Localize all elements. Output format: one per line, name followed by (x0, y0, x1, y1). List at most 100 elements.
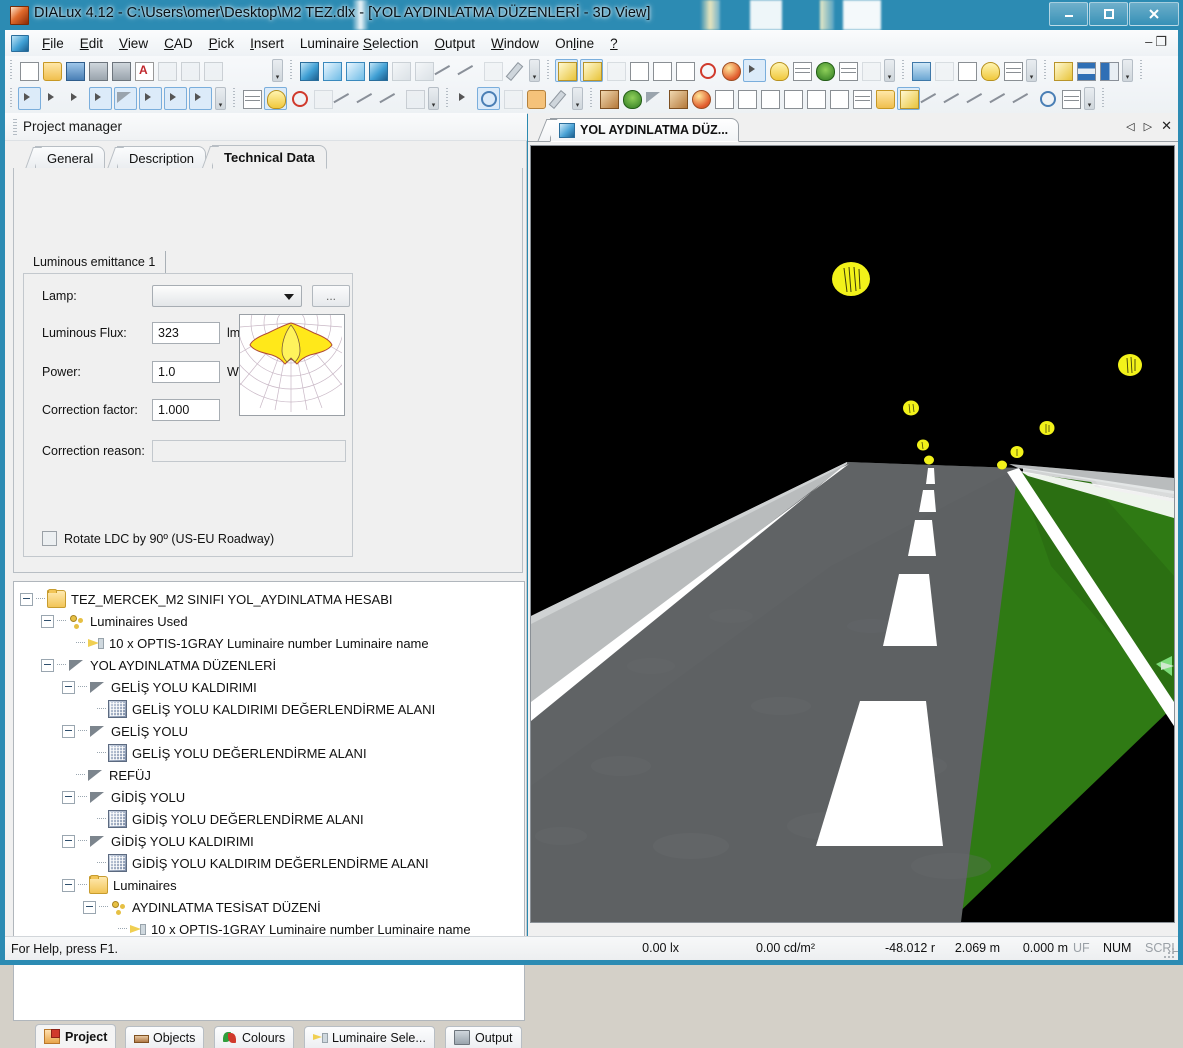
tab-project[interactable]: Project (35, 1024, 117, 1048)
tree-expander-icon[interactable] (20, 592, 33, 606)
toolbar-overflow-button[interactable]: ▾ (215, 86, 226, 110)
building-icon[interactable] (667, 88, 688, 109)
tab-general[interactable]: General (24, 146, 106, 169)
tree-item[interactable]: GELİŞ YOLU DEĞERLENDİRME ALANI (20, 742, 524, 764)
toolbar-drag-grip[interactable] (1043, 60, 1048, 80)
render-select-icon[interactable] (580, 58, 603, 82)
print-preview-icon[interactable] (110, 60, 131, 81)
tab-colours[interactable]: Colours (214, 1026, 295, 1048)
tree-item[interactable]: GİDİŞ YOLU (20, 786, 524, 808)
light-pointer-icon[interactable] (768, 60, 789, 81)
line-icon[interactable] (966, 88, 991, 118)
menu-luminaire-selection[interactable]: Luminaire Selection (292, 33, 427, 54)
globe-icon[interactable] (720, 60, 741, 81)
mdi-window-controls[interactable]: –❐ (1145, 34, 1170, 50)
texture-icon[interactable] (690, 88, 711, 109)
page-setup-icon[interactable] (628, 60, 649, 81)
redo-icon[interactable] (248, 60, 269, 81)
select-plain-icon[interactable] (66, 88, 87, 109)
hand-icon[interactable] (525, 88, 546, 109)
tree-item[interactable]: TEZ_MERCEK_M2 SINIFI YOL_AYDINLATMA HESA… (20, 588, 524, 610)
target-icon[interactable] (697, 60, 718, 81)
mdi-restore-icon[interactable]: ❐ (1155, 34, 1170, 49)
correction-factor-input[interactable]: 1.000 (152, 399, 220, 421)
save-disk-icon[interactable] (64, 60, 85, 81)
menu-online[interactable]: Online (547, 33, 602, 54)
curve-icon[interactable] (333, 88, 358, 118)
menu-help[interactable]: ? (602, 33, 626, 54)
hierarchy-icon[interactable] (920, 88, 945, 118)
tab-description[interactable]: Description (106, 146, 207, 169)
book-icon[interactable] (605, 60, 626, 81)
tree-expander-icon[interactable] (41, 614, 54, 628)
page-f-icon[interactable] (828, 88, 849, 109)
view-solid-icon[interactable] (367, 60, 388, 81)
page-a-icon[interactable] (713, 88, 734, 109)
undo-icon[interactable] (225, 60, 246, 81)
paste-icon[interactable] (202, 60, 223, 81)
lamp-browse-button[interactable]: ... (312, 285, 350, 307)
zoom-region-icon[interactable] (413, 60, 434, 81)
tree-item[interactable]: GİDİŞ YOLU KALDIRIM DEĞERLENDİRME ALANI (20, 852, 524, 874)
rotate-ldc-checkbox-row[interactable]: Rotate LDC by 90º (US-EU Roadway) (42, 531, 274, 546)
circle-icon[interactable] (1037, 88, 1058, 109)
toolbar-drag-grip[interactable] (589, 88, 594, 108)
tab-output[interactable]: Output (445, 1026, 522, 1048)
resize-grip[interactable] (1163, 947, 1175, 959)
arrow-icon[interactable] (454, 88, 475, 109)
menu-output[interactable]: Output (426, 33, 483, 54)
tree-expander-icon[interactable] (62, 834, 75, 848)
menu-window[interactable]: Window (483, 33, 547, 54)
tree-item[interactable]: Luminaires (20, 874, 524, 896)
toolbar-drag-grip[interactable] (901, 60, 906, 80)
toolbar-drag-grip[interactable] (445, 88, 450, 108)
tree-item[interactable]: GİDİŞ YOLU KALDIRIMI (20, 830, 524, 852)
plant-icon[interactable] (621, 88, 642, 109)
chain-icon[interactable] (482, 60, 503, 81)
view-shaded-icon[interactable] (390, 60, 411, 81)
tab-objects[interactable]: Objects (125, 1026, 205, 1048)
mdi-prev-icon[interactable]: ◁ (1126, 120, 1134, 133)
effects-icon[interactable] (1052, 60, 1073, 81)
link2-icon[interactable] (943, 88, 968, 118)
toolbar-drag-grip[interactable] (1101, 88, 1106, 108)
roadway-profile-icon[interactable] (289, 88, 310, 109)
rotate-ldc-checkbox[interactable] (42, 531, 57, 546)
tab-luminaire-selection[interactable]: Luminaire Sele... (304, 1026, 435, 1048)
tab-technical-data[interactable]: Technical Data (201, 145, 327, 169)
tree-item[interactable]: Luminaires Used (20, 610, 524, 632)
extrude-icon[interactable] (598, 88, 619, 109)
select-rect-icon[interactable] (139, 86, 162, 110)
view-3d-icon[interactable] (298, 60, 319, 81)
page-d-icon[interactable] (782, 88, 803, 109)
spline2-icon[interactable] (1012, 88, 1037, 118)
grid-area-icon[interactable] (837, 60, 858, 81)
lamp-select[interactable] (152, 285, 302, 307)
notes-icon[interactable] (851, 88, 872, 109)
select-pointer-icon[interactable] (18, 86, 41, 110)
view-side-icon[interactable] (321, 60, 342, 81)
tree-expander-icon[interactable] (62, 878, 75, 892)
export-arrow-icon[interactable] (743, 58, 766, 82)
spline-icon[interactable] (356, 88, 381, 118)
roadway-icon[interactable] (264, 86, 287, 110)
toolbar-overflow-button[interactable]: ▾ (272, 58, 283, 82)
grid-street-icon[interactable] (814, 60, 835, 81)
road-wedge-icon[interactable] (644, 88, 665, 109)
copy-icon[interactable] (179, 60, 200, 81)
calculator-icon[interactable] (910, 60, 931, 81)
document-icon[interactable] (956, 60, 977, 81)
tile-horizontal-icon[interactable] (1075, 60, 1096, 81)
mdi-next-icon[interactable]: ▷ (1144, 120, 1152, 133)
single-page-icon[interactable] (674, 60, 695, 81)
export-pdf-icon[interactable] (133, 60, 154, 81)
toolbar-drag-grip[interactable] (289, 60, 294, 80)
dxf-icon[interactable] (860, 60, 881, 81)
menu-edit[interactable]: Edit (72, 33, 111, 54)
table-icon[interactable] (1060, 88, 1081, 109)
mdi-tab-3d-view[interactable]: YOL AYDINLATMA DÜZ... (537, 118, 740, 142)
tree-item[interactable]: 10 x OPTIS-1GRAY Luminaire number Lumina… (20, 632, 524, 654)
close-button[interactable] (1129, 2, 1179, 26)
wave-icon[interactable] (989, 88, 1014, 118)
tree-item[interactable]: GELİŞ YOLU KALDIRIMI (20, 676, 524, 698)
